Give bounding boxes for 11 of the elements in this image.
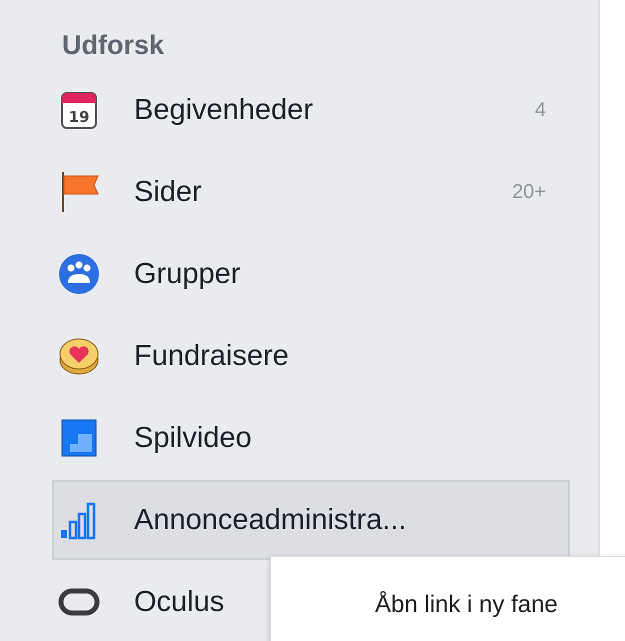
calendar-icon: 19 [60, 90, 98, 130]
item-label: Grupper [134, 258, 240, 290]
section-title: Udforsk [62, 30, 166, 62]
item-label: Fundraisere [134, 340, 289, 372]
item-label: Sider [134, 176, 202, 208]
item-label: Oculus [134, 586, 224, 618]
item-count: 4 [534, 98, 546, 122]
item-count: 20+ [512, 180, 546, 204]
item-label: Begivenheder [134, 94, 313, 126]
item-label: Spilvideo [134, 422, 252, 454]
item-label: Annonceadministra... [134, 504, 406, 536]
